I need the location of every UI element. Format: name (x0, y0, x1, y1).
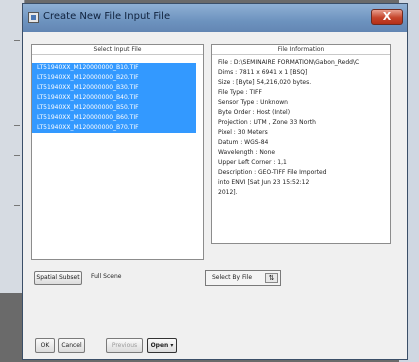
info-line: Upper Left Corner : 1,1 (218, 159, 287, 166)
bg-divider (14, 125, 20, 126)
file-list-item[interactable]: LT51940XX_M120000000_B30.TIF (32, 83, 196, 93)
info-line: Pixel : 30 Meters (218, 129, 268, 136)
info-line: Size : [Byte] 54,216,020 bytes. (218, 79, 312, 86)
file-list-item[interactable]: LT51940XX_M120000000_B70.TIF (32, 123, 196, 133)
info-line: File : D:\SEMINAIRE FORMATION\Gabon_Redd… (218, 59, 360, 66)
select-by-label: Select By File (212, 274, 253, 281)
previous-button[interactable]: Previous (106, 338, 143, 353)
bg-divider (14, 155, 20, 156)
info-line: Wavelength : None (218, 149, 276, 156)
info-line: File Type : TIFF (218, 89, 262, 96)
window-title: Create New File Input File (43, 11, 171, 22)
subset-value: Full Scene (91, 273, 122, 280)
bg-divider (14, 205, 20, 206)
info-line: Dims : 7811 x 6941 x 1 [BSQ] (218, 69, 308, 76)
file-list-item[interactable]: LT51940XX_M120000000_B20.TIF (32, 73, 196, 83)
info-line: 2012]. (218, 189, 238, 196)
bg-divider (14, 40, 20, 41)
file-info-header: File Information (212, 45, 390, 55)
info-line: Projection : UTM , Zone 33 North (218, 119, 316, 126)
spatial-subset-button[interactable]: Spatial Subset (34, 271, 82, 285)
file-list-item[interactable]: LT51940XX_M120000000_B50.TIF (32, 103, 196, 113)
file-input-dialog: Create New File Input File X Select Inpu… (22, 3, 408, 360)
file-list-pane: Select Input File LT51940XX_M120000000_B… (31, 44, 204, 260)
info-line: into ENVI [Sat Jun 23 15:52:12 (218, 179, 310, 186)
open-button[interactable]: Open ▾ (147, 338, 177, 353)
file-list-item[interactable]: LT51940XX_M120000000_B10.TIF (32, 63, 196, 73)
file-info-pane: File Information File : D:\SEMINAIRE FOR… (211, 44, 391, 244)
select-by-dropdown[interactable]: Select By File ⇅ (205, 270, 281, 286)
info-line: Description : GEO-TIFF File Imported (218, 169, 327, 176)
info-line: Datum : WGS-84 (218, 139, 269, 146)
app-icon (28, 12, 39, 23)
file-list[interactable]: LT51940XX_M120000000_B10.TIF LT51940XX_M… (32, 63, 203, 133)
title-bar[interactable]: Create New File Input File X (23, 4, 407, 32)
file-info-text: File : D:\SEMINAIRE FORMATION\Gabon_Redd… (212, 55, 390, 198)
ok-button[interactable]: OK (35, 338, 55, 353)
info-line: Sensor Type : Unknown (218, 99, 288, 106)
info-line: Byte Order : Host (Intel) (218, 109, 291, 116)
file-list-item[interactable]: LT51940XX_M120000000_B40.TIF (32, 93, 196, 103)
cancel-button[interactable]: Cancel (58, 338, 85, 353)
file-list-header: Select Input File (32, 45, 203, 55)
file-list-item[interactable]: LT51940XX_M120000000_B60.TIF (32, 113, 196, 123)
close-button[interactable]: X (371, 9, 403, 25)
sort-icon[interactable]: ⇅ (265, 273, 278, 283)
